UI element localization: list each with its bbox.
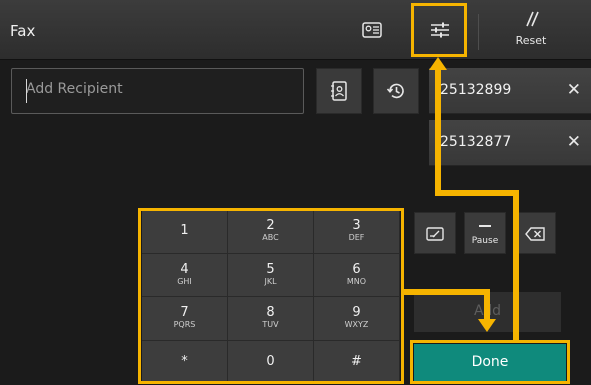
recipient-placeholder: Add Recipient bbox=[26, 81, 123, 97]
key-8[interactable]: 8 TUV bbox=[228, 297, 314, 341]
reset-button[interactable]: Reset bbox=[505, 10, 557, 54]
settings-sliders-button[interactable] bbox=[424, 14, 456, 46]
dial-format-icon bbox=[426, 227, 444, 241]
reset-slash-icon bbox=[526, 11, 539, 27]
key-2[interactable]: 2 ABC bbox=[228, 210, 314, 254]
dial-mode-button[interactable] bbox=[414, 212, 456, 254]
key-6[interactable]: 6 MNO bbox=[314, 253, 400, 297]
recipient-number: 25132899 bbox=[440, 82, 512, 98]
key-5[interactable]: 5 JKL bbox=[228, 253, 314, 297]
arrow-line-top-horizontal bbox=[435, 190, 519, 196]
header-divider bbox=[478, 14, 479, 50]
done-button[interactable]: Done bbox=[414, 344, 566, 382]
address-book-button[interactable] bbox=[316, 68, 362, 114]
text-caret bbox=[26, 79, 27, 103]
key-9[interactable]: 9 WXYZ bbox=[314, 297, 400, 341]
sliders-icon bbox=[431, 22, 449, 38]
key-7[interactable]: 7 PQRS bbox=[142, 297, 228, 341]
recipient-input[interactable]: Add Recipient bbox=[11, 68, 304, 114]
history-clock-icon bbox=[386, 83, 404, 99]
history-button[interactable] bbox=[373, 68, 419, 114]
recipient-number: 25132877 bbox=[440, 134, 512, 150]
pause-label: Pause bbox=[471, 235, 499, 246]
remove-recipient-icon[interactable]: ✕ bbox=[567, 80, 581, 100]
contacts-book-icon bbox=[331, 81, 347, 101]
key-star[interactable]: * bbox=[142, 340, 228, 384]
key-hash[interactable]: # bbox=[314, 340, 400, 384]
arrow-head-down bbox=[478, 319, 496, 332]
header-bar: Fax Reset bbox=[0, 0, 591, 60]
key-3[interactable]: 3 DEF bbox=[314, 210, 400, 254]
key-1[interactable]: 1 bbox=[142, 210, 228, 254]
numeric-keypad: 1 2 ABC 3 DEF 4 GHI 5 JKL 6 MNO 7 PQRS 8 TUV 9W… bbox=[142, 210, 400, 384]
key-0[interactable]: 0 bbox=[228, 340, 314, 384]
pause-button[interactable]: Pause bbox=[464, 212, 506, 254]
recipient-list-item[interactable]: 25132877 ✕ bbox=[429, 120, 591, 166]
key-4[interactable]: 4 GHI bbox=[142, 253, 228, 297]
address-card-icon[interactable] bbox=[356, 14, 388, 46]
backspace-button[interactable] bbox=[514, 212, 556, 254]
backspace-icon bbox=[525, 227, 545, 241]
page-title: Fax bbox=[10, 22, 36, 40]
remove-recipient-icon[interactable]: ✕ bbox=[567, 132, 581, 152]
arrow-head-up bbox=[429, 57, 447, 70]
pause-dash-icon bbox=[479, 225, 491, 227]
reset-label: Reset bbox=[515, 34, 547, 47]
recipient-list-item[interactable]: 25132899 ✕ bbox=[429, 68, 591, 114]
